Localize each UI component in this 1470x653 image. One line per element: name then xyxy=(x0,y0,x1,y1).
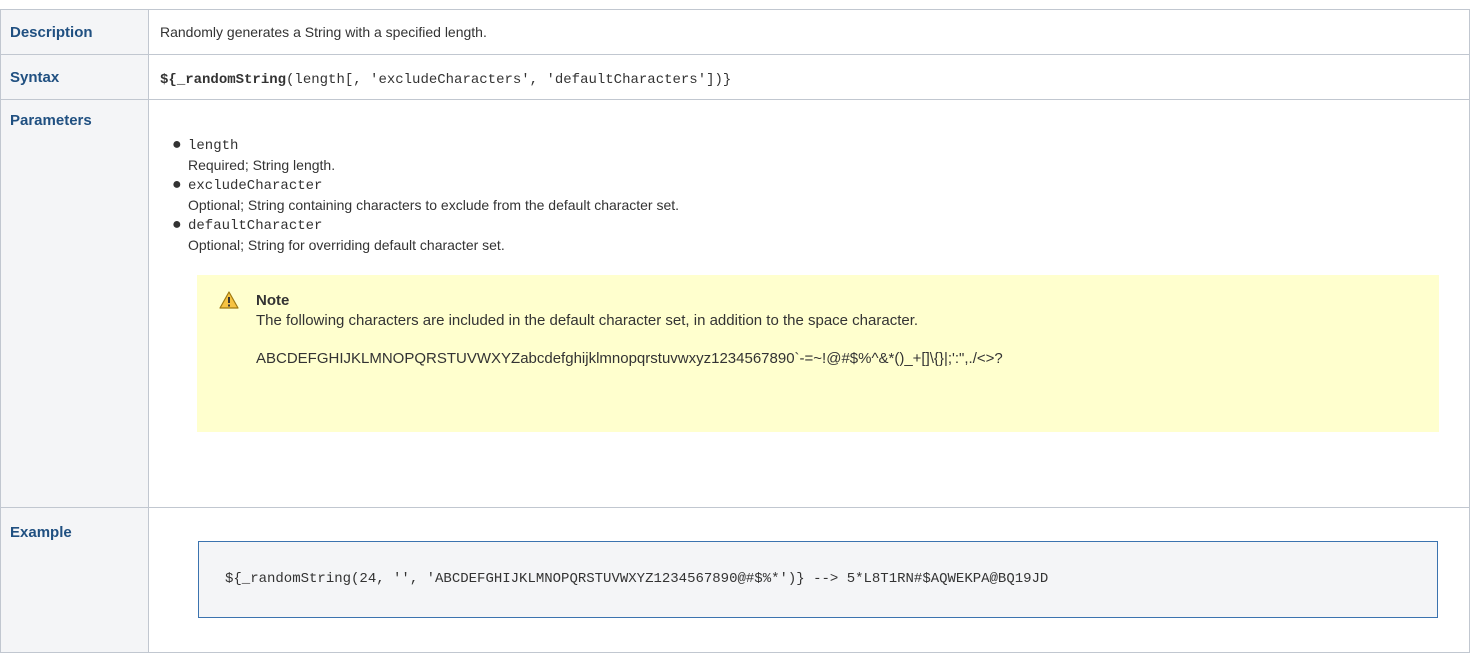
bullet-icon: ● xyxy=(172,136,182,153)
description-row: Description Randomly generates a String … xyxy=(0,9,1470,55)
parameters-row: Parameters ● length Required; String len… xyxy=(0,99,1470,508)
example-label: Example xyxy=(10,524,72,541)
list-item: ● length Required; String length. xyxy=(172,135,1469,175)
bullet-icon: ● xyxy=(172,216,182,233)
syntax-arguments: (length[, 'excludeCharacters', 'defaultC… xyxy=(286,72,732,88)
example-cell: ${_randomString(24, '', 'ABCDEFGHIJKLMNO… xyxy=(148,507,1470,653)
syntax-header: Syntax xyxy=(0,54,149,100)
parameter-description: Optional; String for overriding default … xyxy=(188,237,505,253)
parameters-cell: ● length Required; String length. ● excl… xyxy=(148,99,1470,508)
syntax-dollar: ${ xyxy=(160,72,177,88)
parameters-header: Parameters xyxy=(0,99,149,508)
parameter-name: excludeCharacter xyxy=(188,178,323,194)
warning-icon xyxy=(219,291,239,309)
syntax-function-name: _randomString xyxy=(176,72,287,88)
example-row: Example ${_randomString(24, '', 'ABCDEFG… xyxy=(0,507,1470,653)
description-cell: Randomly generates a String with a speci… xyxy=(148,9,1470,55)
description-label: Description xyxy=(10,24,93,41)
parameter-description: Optional; String containing characters t… xyxy=(188,197,680,213)
parameters-label: Parameters xyxy=(10,112,92,129)
description-text: Randomly generates a String with a speci… xyxy=(160,24,487,40)
function-doc-table: Description Randomly generates a String … xyxy=(0,9,1470,653)
code-block: ${_randomString(24, '', 'ABCDEFGHIJKLMNO… xyxy=(198,541,1438,618)
syntax-code: ${_randomString(length[, 'excludeCharact… xyxy=(149,55,1469,88)
syntax-row: Syntax ${_randomString(length[, 'exclude… xyxy=(0,54,1470,100)
example-header: Example xyxy=(0,507,149,653)
list-item: ● defaultCharacter Optional; String for … xyxy=(172,215,1469,255)
code-line: ${_randomString(24, '', 'ABCDEFGHIJKLMNO… xyxy=(225,571,1049,587)
note-characters: ABCDEFGHIJKLMNOPQRSTUVWXYZabcdefghijklmn… xyxy=(256,350,1003,367)
note-body: The following characters are included in… xyxy=(256,312,919,329)
bullet-icon: ● xyxy=(172,176,182,193)
note-panel: Note The following characters are includ… xyxy=(197,275,1439,432)
parameter-description: Required; String length. xyxy=(188,157,336,173)
parameter-name: length xyxy=(188,138,239,154)
syntax-cell: ${_randomString(length[, 'excludeCharact… xyxy=(148,54,1470,100)
parameter-name: defaultCharacter xyxy=(188,218,323,234)
parameter-list: ● length Required; String length. ● excl… xyxy=(149,135,1469,255)
list-item: ● excludeCharacter Optional; String cont… xyxy=(172,175,1469,215)
description-header: Description xyxy=(0,9,149,55)
syntax-label: Syntax xyxy=(10,69,60,86)
note-title: Note xyxy=(256,292,290,309)
